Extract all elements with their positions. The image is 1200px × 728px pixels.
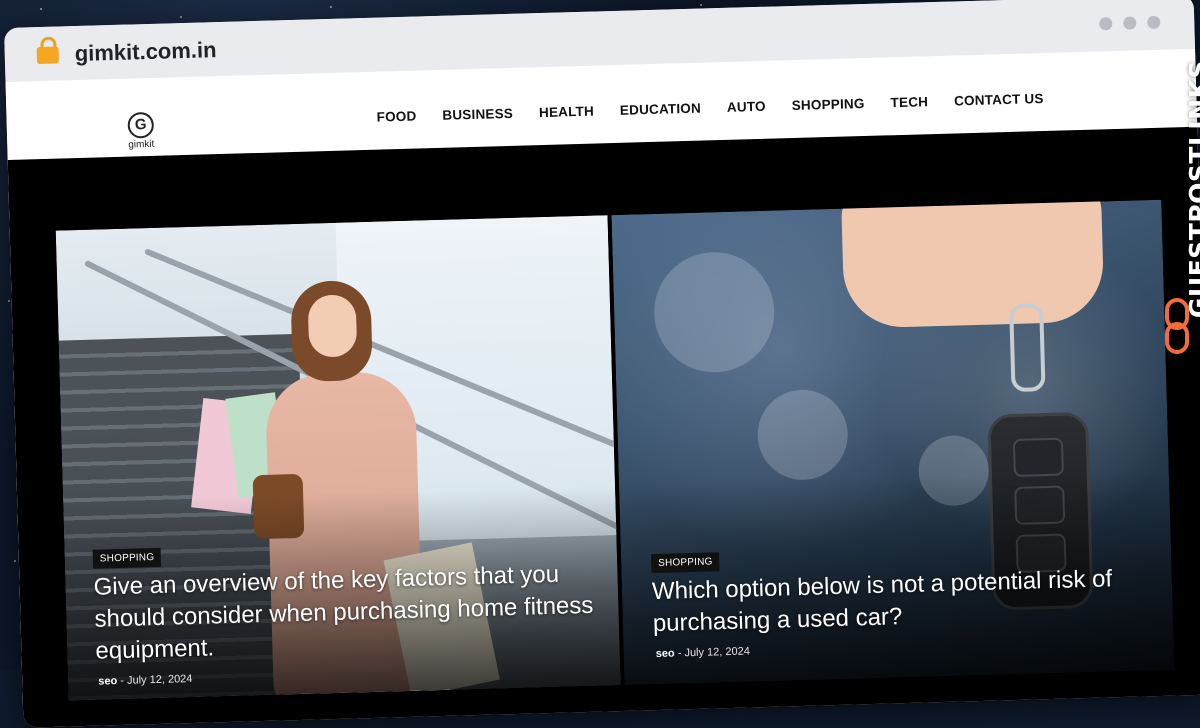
window-dot-icon[interactable] [1147, 15, 1161, 30]
site-logo[interactable]: G gimkit [110, 111, 171, 151]
nav-contact-us[interactable]: CONTACT US [954, 91, 1044, 108]
post-author[interactable]: seo [98, 675, 117, 688]
nav-auto[interactable]: AUTO [727, 99, 766, 115]
watermark-text: GUESTPOSTLINKS [1184, 60, 1200, 319]
nav-education[interactable]: EDUCATION [620, 101, 701, 118]
category-badge[interactable]: SHOPPING [92, 547, 162, 569]
url-text[interactable]: gimkit.com.in [74, 37, 216, 67]
nav-health[interactable]: HEALTH [539, 104, 594, 121]
main-nav: FOOD BUSINESS HEALTH EDUCATION AUTO SHOP… [376, 91, 1043, 125]
category-badge[interactable]: SHOPPING [650, 552, 720, 574]
featured-post-card[interactable]: SHOPPING Give an overview of the key fac… [55, 215, 621, 701]
post-date: July 12, 2024 [126, 672, 193, 687]
post-date: July 12, 2024 [684, 645, 751, 660]
nav-shopping[interactable]: SHOPPING [792, 96, 865, 113]
logo-icon: G [127, 111, 155, 139]
nav-food[interactable]: FOOD [376, 109, 416, 125]
window-controls [1099, 15, 1161, 31]
watermark: GUESTPOSTLINKS [1150, 60, 1200, 360]
featured-post-card[interactable]: SHOPPING Which option below is not a pot… [611, 199, 1175, 685]
meta-separator: - [677, 647, 682, 660]
nav-business[interactable]: BUSINESS [442, 106, 513, 123]
meta-separator: - [120, 674, 125, 688]
post-author[interactable]: seo [656, 648, 675, 661]
window-dot-icon[interactable] [1099, 17, 1113, 31]
nav-tech[interactable]: TECH [890, 94, 928, 110]
logo-text: gimkit [128, 138, 155, 151]
browser-window: gimkit.com.in G gimkit FOOD BUSINESS HEA… [4, 0, 1200, 728]
featured-section: SHOPPING Give an overview of the key fac… [7, 126, 1200, 728]
lock-icon [36, 36, 60, 65]
chain-link-icon [1165, 298, 1189, 354]
window-dot-icon[interactable] [1123, 16, 1137, 30]
post-title[interactable]: Give an overview of the key factors that… [93, 558, 595, 668]
